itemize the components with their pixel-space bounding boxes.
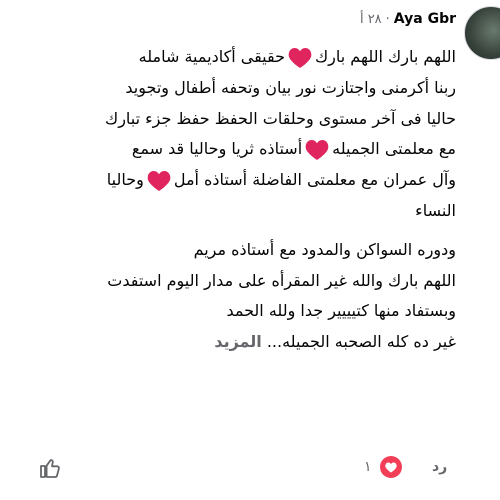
comment-text: وآل عمران مع معلمتى الفاضلة أستاذه أمل <box>173 170 456 190</box>
comment-text: حاليا فى آخر مستوى وحلقات الحفظ حفظ جزء … <box>105 108 456 128</box>
comment-line: اللهم بارك اللهم بارك حقيقى أكاديمية شامل… <box>0 42 456 73</box>
see-more-link[interactable]: المزيد <box>214 332 261 351</box>
reply-button[interactable]: رد <box>432 459 447 475</box>
comment-text: غير ده كله الصحبه الجميله... <box>261 332 456 352</box>
comment-text: وبستفاد منها كتيييير جدا ولله الحمد <box>226 301 456 321</box>
meta-separator: · <box>385 11 390 27</box>
comment-text: حقيقى أكاديمية شامله <box>138 47 285 66</box>
comment-text: مع معلمتى الجميله <box>332 139 456 159</box>
comment-line: وآل عمران مع معلمتى الفاضلة أستاذه أمل وح… <box>0 165 456 196</box>
comment-text: ربنا أكرمنى واجتازت نور بيان وتحفه أطفال… <box>125 77 456 97</box>
comment-line: غير ده كله الصحبه الجميله... المزيد <box>0 327 456 358</box>
heart-emoji-icon <box>288 47 312 68</box>
comment-text: وحاليا <box>106 170 144 190</box>
reaction-count[interactable]: ١ <box>364 459 372 475</box>
comment-time[interactable]: ٢٨ أ <box>360 12 382 27</box>
comment-text: اللهم بارك والله غير المقرأه على مدار ال… <box>107 270 456 290</box>
author-name[interactable]: Aya Gbr <box>394 11 456 27</box>
comment-text: اللهم بارك اللهم بارك <box>314 47 456 66</box>
heart-emoji-icon <box>147 170 171 191</box>
thumbs-up-icon[interactable] <box>38 456 62 480</box>
avatar[interactable] <box>464 6 500 60</box>
comment-line: ودوره السواكن والمدود مع أستاذه مريم <box>0 235 456 266</box>
comment-line: وبستفاد منها كتيييير جدا ولله الحمد <box>0 296 456 327</box>
comment-line: حاليا فى آخر مستوى وحلقات الحفظ حفظ جزء … <box>0 104 456 135</box>
comment-line: النساء <box>0 196 456 227</box>
comment-line: مع معلمتى الجميله أستاذه ثريا وحاليا قد س… <box>0 134 456 165</box>
comment-text: أستاذه ثريا وحاليا قد سمع <box>131 139 303 159</box>
heart-emoji-icon <box>305 139 329 160</box>
comment-actions: ١ رد <box>0 456 500 482</box>
heart-reaction-icon[interactable] <box>380 456 402 478</box>
comment-line: اللهم بارك والله غير المقرأه على مدار ال… <box>0 266 456 297</box>
comment-body: اللهم بارك اللهم بارك حقيقى أكاديمية شامل… <box>0 42 456 358</box>
comment-line: ربنا أكرمنى واجتازت نور بيان وتحفه أطفال… <box>0 73 456 104</box>
comment-header: ٢٨ أ · Aya Gbr <box>360 8 456 30</box>
comment-text: ودوره السواكن والمدود مع أستاذه مريم <box>193 239 456 259</box>
comment-text: النساء <box>415 200 456 220</box>
